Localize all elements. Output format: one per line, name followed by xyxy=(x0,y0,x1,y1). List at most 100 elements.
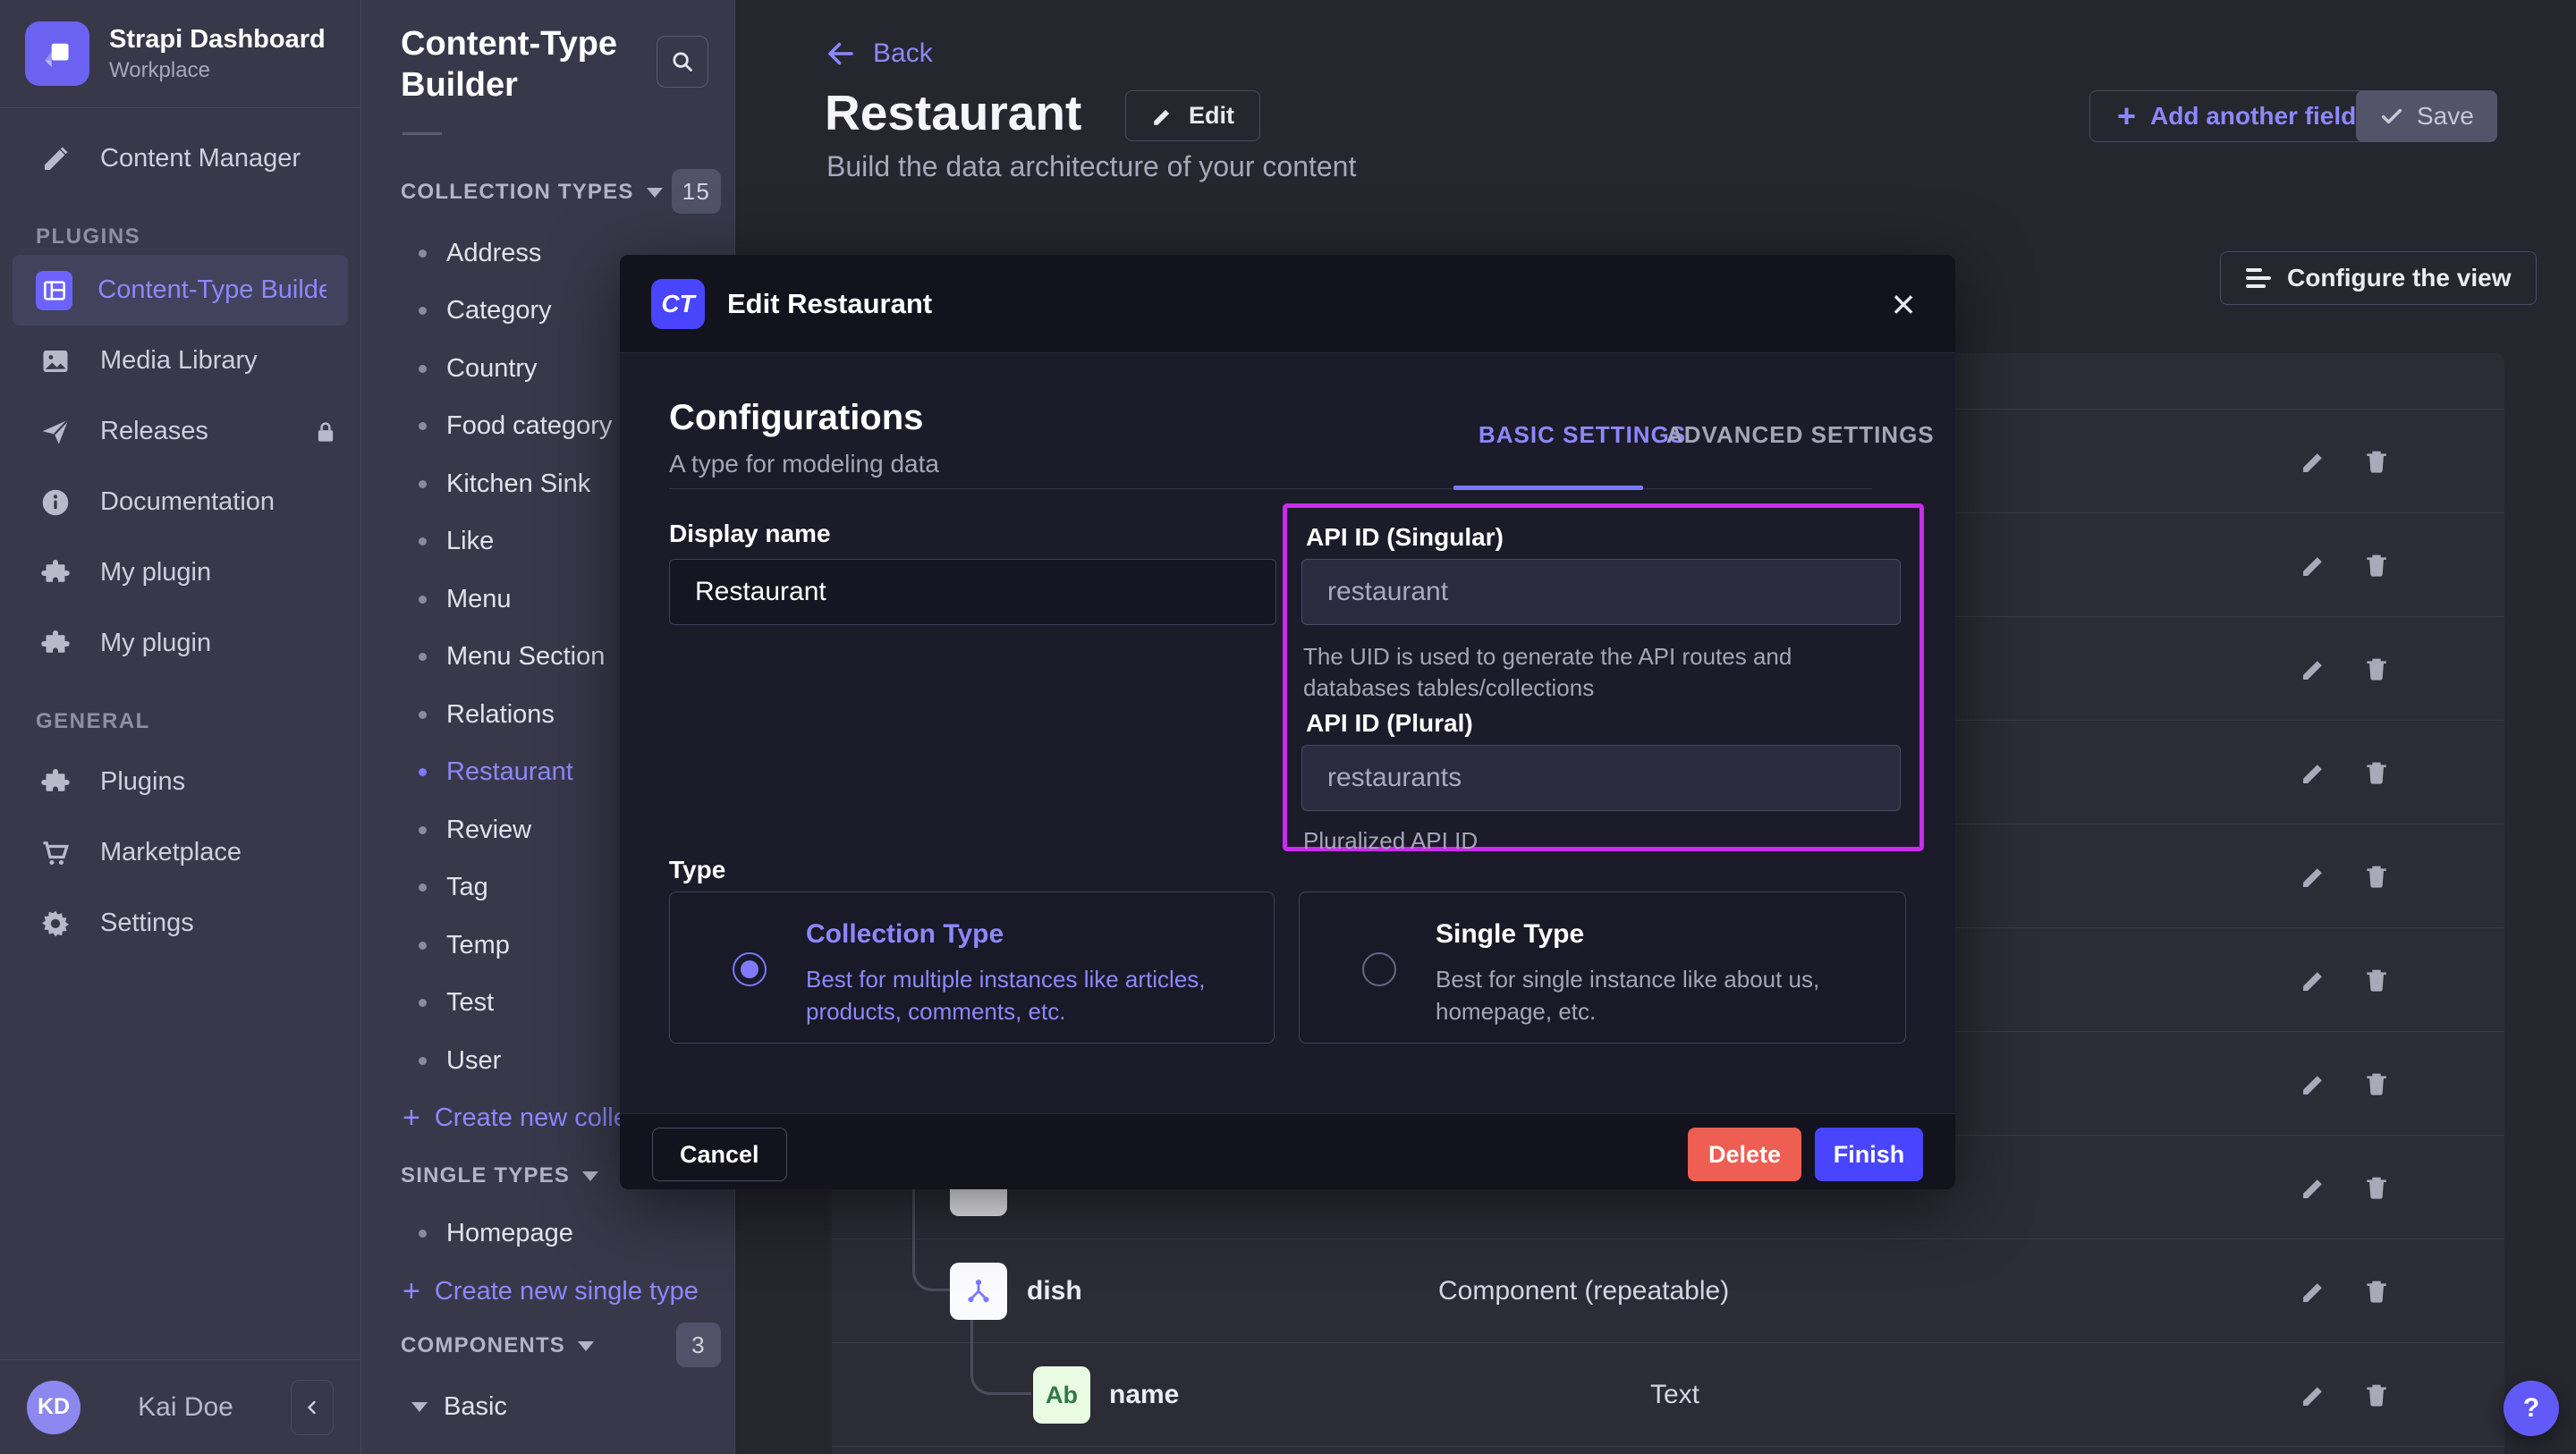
sidebar-item-settings[interactable]: Settings xyxy=(0,888,360,959)
single-type-item-homepage[interactable]: Homepage xyxy=(361,1205,734,1263)
sidebar-item-my-plugin-1[interactable]: My plugin xyxy=(0,537,360,608)
delete-row-icon[interactable] xyxy=(2359,444,2394,479)
single-type-card[interactable]: Single Type Best for single instance lik… xyxy=(1299,892,1906,1044)
configure-the-view-button[interactable]: Configure the view xyxy=(2220,251,2537,305)
edit-button[interactable]: Edit xyxy=(1125,90,1260,141)
create-single-type-link[interactable]: + Create new single type xyxy=(361,1263,734,1321)
cancel-button[interactable]: Cancel xyxy=(652,1128,787,1181)
edit-row-icon[interactable] xyxy=(2296,547,2332,583)
finish-button[interactable]: Finish xyxy=(1815,1128,1923,1181)
api-id-plural-input[interactable] xyxy=(1301,745,1901,811)
sidebar-item-content-type-builder[interactable]: Content-Type Builder xyxy=(13,255,348,325)
sidebar-item-my-plugin-2[interactable]: My plugin xyxy=(0,608,360,679)
active-tab-indicator xyxy=(1453,486,1643,490)
delete-button[interactable]: Delete xyxy=(1688,1128,1801,1181)
sidebar-item-marketplace[interactable]: Marketplace xyxy=(0,817,360,888)
bullet-icon xyxy=(419,942,427,950)
delete-row-icon[interactable] xyxy=(2359,651,2394,687)
component-group-basic[interactable]: Basic xyxy=(361,1378,734,1436)
tab-advanced-settings[interactable]: ADVANCED SETTINGS xyxy=(1666,421,1935,449)
delete-row-icon[interactable] xyxy=(2359,547,2394,583)
delete-row-icon[interactable] xyxy=(2359,1273,2394,1309)
filter-lines-icon xyxy=(2246,264,2271,292)
bullet-icon xyxy=(419,480,427,488)
delete-row-icon[interactable] xyxy=(2359,1377,2394,1413)
add-another-field-button[interactable]: + Add another field xyxy=(2089,90,2384,142)
delete-row-icon[interactable] xyxy=(2359,1170,2394,1205)
strapi-logo-icon xyxy=(25,21,89,86)
table-row-name: Ab name Text xyxy=(832,1343,2504,1447)
builder-title: Content-Type Builder xyxy=(401,23,651,106)
app-brand: Strapi Dashboard Workplace xyxy=(0,0,360,108)
bullet-icon xyxy=(419,307,427,315)
bullet-icon xyxy=(419,826,427,834)
puzzle-icon xyxy=(36,763,75,802)
tab-basic-settings[interactable]: BASIC SETTINGS xyxy=(1479,421,1686,449)
radio-unselected-icon[interactable] xyxy=(1362,952,1396,986)
page-title: Restaurant xyxy=(825,84,1081,141)
chevron-down-icon xyxy=(647,188,663,198)
pencil-icon xyxy=(1151,105,1174,128)
modal-title: Edit Restaurant xyxy=(727,255,932,353)
type-label: Type xyxy=(669,856,725,884)
sidebar-item-releases[interactable]: Releases xyxy=(0,396,360,467)
edit-row-icon[interactable] xyxy=(2296,1377,2332,1413)
sidebar-item-media-library[interactable]: Media Library xyxy=(0,325,360,396)
bullet-icon xyxy=(419,422,427,430)
edit-row-icon[interactable] xyxy=(2296,755,2332,790)
single-type-desc: Best for single instance like about us, … xyxy=(1436,964,1936,1028)
lock-icon xyxy=(312,418,339,445)
app-subtitle: Workplace xyxy=(109,56,326,84)
plus-icon: + xyxy=(402,1276,420,1306)
puzzle-icon xyxy=(36,624,75,664)
modal-footer: Cancel Delete Finish xyxy=(620,1113,1955,1189)
gear-icon xyxy=(36,904,75,943)
component-icon xyxy=(950,1263,1007,1320)
text-field-icon: Ab xyxy=(1033,1366,1090,1424)
save-button[interactable]: Save xyxy=(2356,90,2497,142)
radio-selected-icon[interactable] xyxy=(733,952,767,986)
layout-grid-icon xyxy=(36,271,72,310)
delete-row-icon[interactable] xyxy=(2359,858,2394,894)
content-type-badge: CT xyxy=(651,279,705,329)
display-name-input[interactable] xyxy=(669,559,1276,625)
search-icon xyxy=(669,48,696,75)
delete-row-icon[interactable] xyxy=(2359,1066,2394,1102)
edit-row-icon[interactable] xyxy=(2296,1273,2332,1309)
components-header[interactable]: COMPONENTS 3 xyxy=(401,1328,721,1364)
api-id-singular-input[interactable] xyxy=(1301,559,1901,625)
single-type-title: Single Type xyxy=(1436,919,1584,950)
edit-row-icon[interactable] xyxy=(2296,444,2332,479)
search-button[interactable] xyxy=(657,36,708,88)
image-icon xyxy=(36,342,75,381)
bullet-icon xyxy=(419,1230,427,1238)
paper-plane-icon xyxy=(36,412,75,452)
sidebar-item-plugins[interactable]: Plugins xyxy=(0,747,360,817)
field-type: Text xyxy=(1650,1343,1699,1446)
sidebar-item-content-manager[interactable]: Content Manager xyxy=(0,123,360,194)
page-subtitle: Build the data architecture of your cont… xyxy=(826,150,1356,183)
sidebar-item-documentation[interactable]: Documentation xyxy=(0,467,360,537)
collapse-sidebar-button[interactable] xyxy=(291,1380,334,1435)
collection-type-card[interactable]: Collection Type Best for multiple instan… xyxy=(669,892,1275,1044)
back-link[interactable]: Back xyxy=(825,38,933,70)
delete-row-icon[interactable] xyxy=(2359,962,2394,998)
sidebar-section-plugins: PLUGINS xyxy=(0,219,360,255)
bullet-icon xyxy=(419,365,427,373)
edit-row-icon[interactable] xyxy=(2296,1066,2332,1102)
close-icon[interactable]: × xyxy=(1879,280,1928,328)
collection-types-header[interactable]: COLLECTION TYPES 15 xyxy=(401,174,721,210)
help-button[interactable]: ? xyxy=(2504,1381,2559,1436)
chevron-down-icon xyxy=(578,1341,594,1351)
app-sidebar: Strapi Dashboard Workplace Content Manag… xyxy=(0,0,361,1454)
chevron-down-icon xyxy=(411,1402,428,1412)
delete-row-icon[interactable] xyxy=(2359,755,2394,790)
edit-row-icon[interactable] xyxy=(2296,858,2332,894)
bullet-icon xyxy=(419,537,427,545)
bullet-icon xyxy=(419,596,427,604)
edit-row-icon[interactable] xyxy=(2296,651,2332,687)
edit-row-icon[interactable] xyxy=(2296,1170,2332,1205)
edit-content-type-modal: CT Edit Restaurant × Configurations A ty… xyxy=(620,255,1955,1189)
bullet-icon xyxy=(419,249,427,258)
edit-row-icon[interactable] xyxy=(2296,962,2332,998)
